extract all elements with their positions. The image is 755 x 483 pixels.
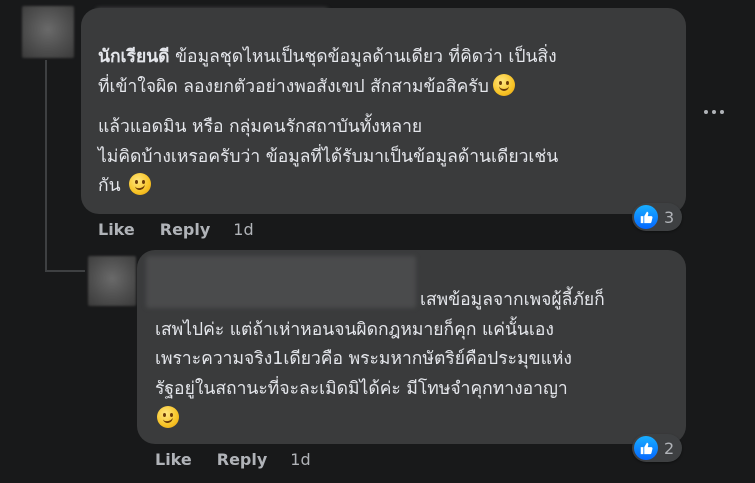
reply-button[interactable]: Reply [160, 220, 211, 239]
reaction-summary[interactable]: 3 [632, 203, 683, 231]
comment-text-2: แล้วแอดมิน หรือ กลุ่มคนรักสถาบันทั้งหลาย… [98, 113, 670, 202]
comment-author[interactable]: นักเรียนดี [98, 47, 170, 67]
comment-bubble: นักเรียนดี ข้อมูลชุดไหนเป็นชุดข้อมูลด้าน… [81, 8, 686, 214]
timestamp[interactable]: 1d [233, 220, 253, 239]
reaction-count: 2 [664, 438, 675, 458]
reply-actions: Like Reply 1d [155, 450, 311, 469]
reply-paragraph: เสพไปค่ะ แต่ถ้าเห่าหอนจนผิดกฎหมายก็คุก แ… [155, 319, 572, 399]
comment-text: นักเรียนดี ข้อมูลชุดไหนเป็นชุดข้อมูลด้าน… [98, 43, 670, 102]
more-options-icon[interactable] [704, 110, 724, 114]
reply-text-line1: เสพข้อมูลจากเพจผู้ลี้ภัยก็ [420, 290, 605, 310]
smirking-face-icon [157, 406, 179, 428]
timestamp[interactable]: 1d [290, 450, 310, 469]
avatar[interactable] [22, 6, 74, 58]
reply-author-redacted [146, 256, 416, 308]
comment-actions: Like Reply 1d [98, 220, 254, 239]
comment-paragraph-2: แล้วแอดมิน หรือ กลุ่มคนรักสถาบันทั้งหลาย… [98, 117, 559, 196]
thread-line-vertical [45, 60, 47, 272]
reply-button[interactable]: Reply [217, 450, 268, 469]
reply-avatar[interactable] [88, 256, 136, 306]
thread-line-branch [45, 270, 85, 272]
smirking-face-icon [128, 173, 151, 195]
reaction-count: 3 [664, 207, 675, 227]
like-reaction-icon [634, 205, 658, 229]
reply-text: เสพไปค่ะ แต่ถ้าเห่าหอนจนผิดกฎหมายก็คุก แ… [155, 316, 670, 405]
reply-reaction-summary[interactable]: 2 [632, 434, 683, 462]
like-button[interactable]: Like [98, 220, 135, 239]
like-button[interactable]: Like [155, 450, 192, 469]
like-reaction-icon [634, 436, 658, 460]
slightly-smiling-face-icon [492, 73, 515, 96]
